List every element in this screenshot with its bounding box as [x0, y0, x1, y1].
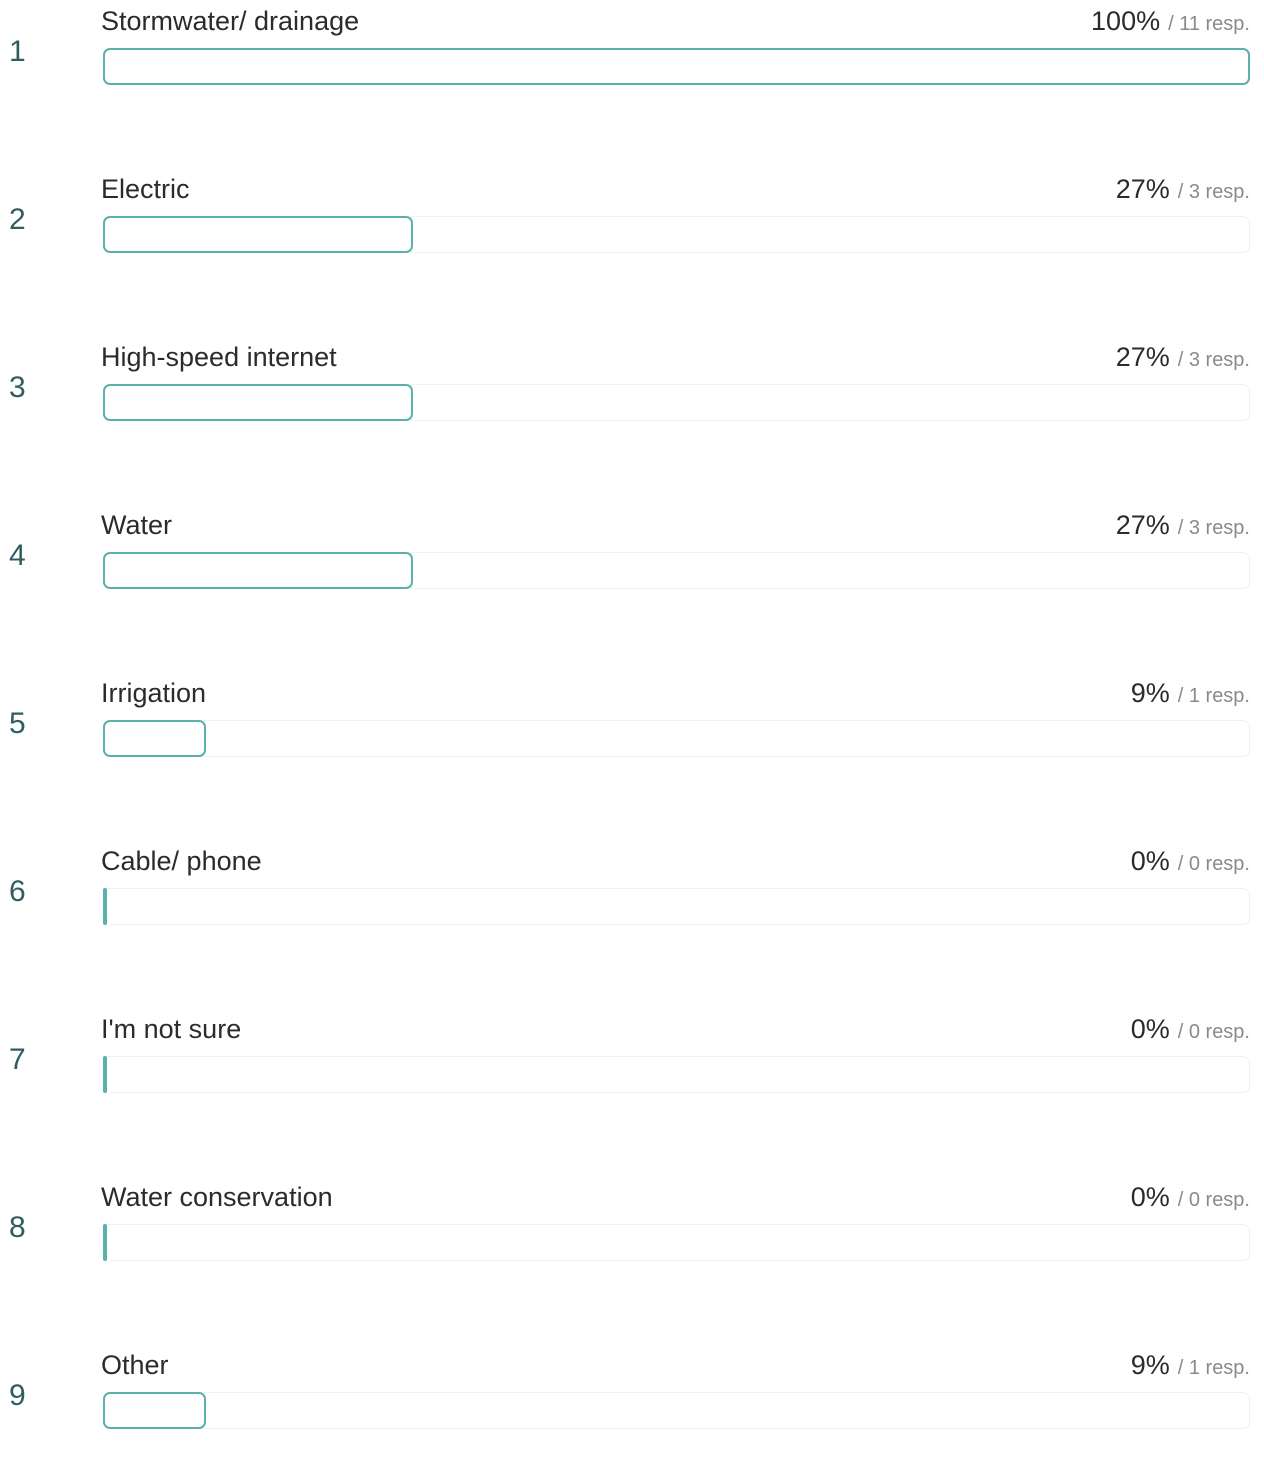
progress-fill	[103, 888, 107, 925]
result-stats: 0% / 0 resp.	[1131, 844, 1250, 883]
result-row: 7 I'm not sure 0% / 0 resp.	[0, 1012, 1264, 1122]
response-count: / 11 resp.	[1168, 13, 1250, 35]
progress-fill	[103, 720, 206, 757]
progress-track	[103, 1392, 1250, 1429]
percent-value: 0%	[1130, 1182, 1170, 1212]
option-label: Water conservation	[101, 1182, 333, 1212]
rank-number: 1	[9, 35, 26, 68]
result-stats: 0% / 0 resp.	[1131, 1180, 1250, 1219]
result-stats: 27% / 3 resp.	[1116, 172, 1250, 211]
progress-fill	[103, 1056, 107, 1093]
ranking-results: 1 Stormwater/ drainage 100% / 11 resp. 2 …	[0, 0, 1264, 1439]
progress-fill	[103, 1392, 206, 1429]
option-label: Other	[101, 1350, 169, 1380]
progress-track	[103, 216, 1250, 253]
response-count: / 0 resp.	[1177, 1189, 1250, 1211]
progress-track	[103, 48, 1250, 85]
progress-fill	[103, 1224, 107, 1261]
progress-track	[103, 888, 1250, 925]
result-stats: 100% / 11 resp.	[1091, 4, 1250, 43]
response-count: / 1 resp.	[1177, 1357, 1250, 1379]
result-row: 5 Irrigation 9% / 1 resp.	[0, 676, 1264, 786]
progress-fill	[103, 216, 413, 253]
rank-number: 5	[9, 707, 26, 740]
result-stats: 9% / 1 resp.	[1131, 676, 1250, 715]
option-label: Irrigation	[101, 678, 207, 708]
progress-track	[103, 552, 1250, 589]
percent-value: 0%	[1130, 1014, 1170, 1044]
progress-track	[103, 1056, 1250, 1093]
response-count: / 1 resp.	[1177, 685, 1250, 707]
progress-fill	[103, 48, 1250, 85]
rank-number: 8	[9, 1211, 26, 1244]
response-count: / 0 resp.	[1177, 853, 1250, 875]
percent-value: 9%	[1130, 678, 1170, 708]
result-stats: 0% / 0 resp.	[1131, 1012, 1250, 1051]
result-row: 1 Stormwater/ drainage 100% / 11 resp.	[0, 4, 1264, 114]
rank-number: 3	[9, 371, 26, 404]
rank-number: 6	[9, 875, 26, 908]
result-row: 6 Cable/ phone 0% / 0 resp.	[0, 844, 1264, 954]
progress-fill	[103, 552, 413, 589]
percent-value: 9%	[1130, 1350, 1170, 1380]
result-stats: 27% / 3 resp.	[1116, 508, 1250, 547]
percent-value: 27%	[1115, 174, 1170, 204]
result-row: 8 Water conservation 0% / 0 resp.	[0, 1180, 1264, 1290]
response-count: / 3 resp.	[1177, 181, 1250, 203]
option-label: High-speed internet	[101, 342, 337, 372]
rank-number: 2	[9, 203, 26, 236]
response-count: / 3 resp.	[1177, 517, 1250, 539]
progress-track	[103, 384, 1250, 421]
progress-track	[103, 1224, 1250, 1261]
option-label: Water	[101, 510, 173, 540]
option-label: Cable/ phone	[101, 846, 262, 876]
progress-fill	[103, 384, 413, 421]
result-row: 9 Other 9% / 1 resp.	[0, 1348, 1264, 1458]
percent-value: 100%	[1091, 6, 1161, 36]
result-stats: 9% / 1 resp.	[1131, 1348, 1250, 1387]
progress-track	[103, 720, 1250, 757]
response-count: / 3 resp.	[1177, 349, 1250, 371]
result-stats: 27% / 3 resp.	[1116, 340, 1250, 379]
rank-number: 4	[9, 539, 26, 572]
percent-value: 0%	[1130, 846, 1170, 876]
result-row: 2 Electric 27% / 3 resp.	[0, 172, 1264, 282]
option-label: I'm not sure	[101, 1014, 242, 1044]
rank-number: 7	[9, 1043, 26, 1076]
result-row: 3 High-speed internet 27% / 3 resp.	[0, 340, 1264, 450]
rank-number: 9	[9, 1379, 26, 1412]
percent-value: 27%	[1115, 342, 1170, 372]
result-row: 4 Water 27% / 3 resp.	[0, 508, 1264, 618]
percent-value: 27%	[1115, 510, 1170, 540]
option-label: Electric	[101, 174, 190, 204]
response-count: / 0 resp.	[1177, 1021, 1250, 1043]
option-label: Stormwater/ drainage	[101, 6, 360, 36]
